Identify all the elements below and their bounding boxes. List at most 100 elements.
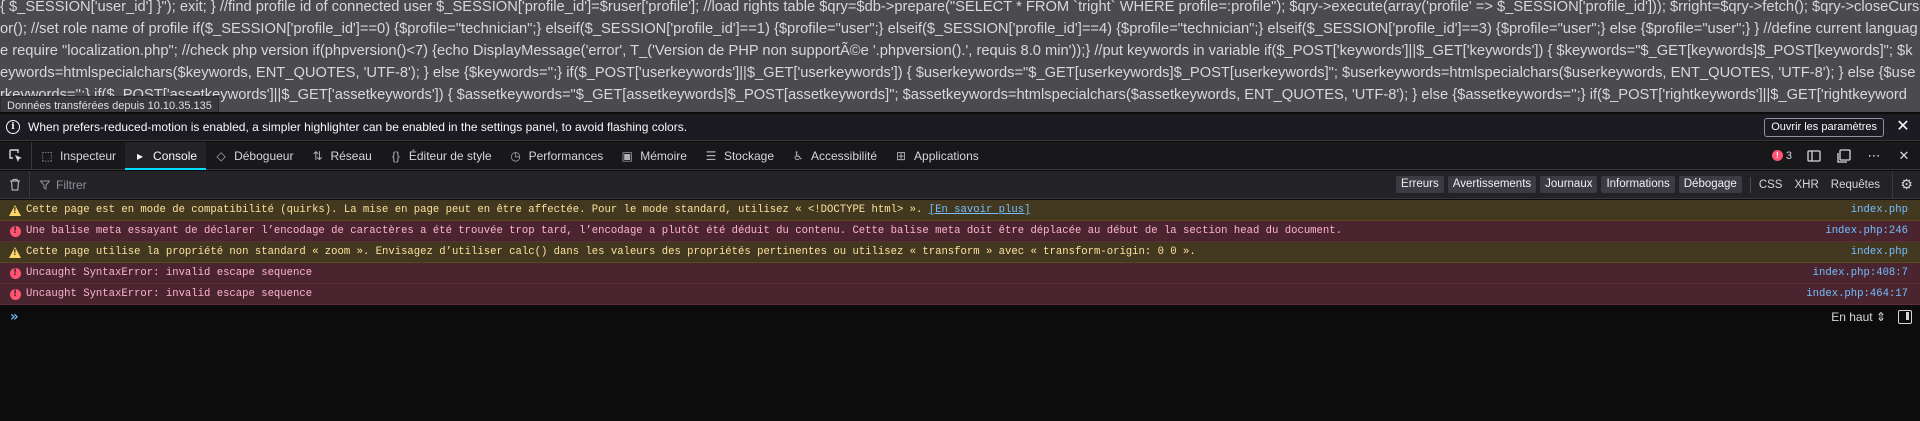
network-filter-button[interactable]: CSS [1759,179,1783,191]
console-messages: Cette page est en mode de compatibilité … [0,200,1920,305]
tab-label: Applications [914,149,979,163]
error-count: 3 [1785,149,1792,162]
trash-icon [9,178,20,191]
message-text: Uncaught SyntaxError: invalid escape seq… [26,267,1813,279]
tab-label: Débogueur [234,149,294,163]
notification-bar: i When prefers-reduced-motion is enabled… [0,114,1920,141]
tab-accessibility[interactable]: ♿ Accessibilité [783,142,886,170]
message-source-link[interactable]: index.php [1851,246,1908,258]
close-devtools-icon[interactable]: ✕ [1896,148,1912,164]
error-icon: ! [8,224,22,238]
responsive-design-icon[interactable] [1806,148,1822,164]
tab-label: Stockage [723,149,774,163]
tab-console[interactable]: ▸ Console [125,142,207,170]
tab-storage[interactable]: ☰ Stockage [696,142,783,170]
console-message-warning: Cette page est en mode de compatibilité … [0,200,1920,221]
warning-icon [8,203,22,217]
message-body: Uncaught SyntaxError: invalid escape seq… [26,288,313,300]
message-source-link[interactable]: index.php:464:17 [1806,288,1908,300]
storage-icon: ☰ [705,149,717,163]
tab-label: Inspecteur [60,149,117,163]
console-message-warning: Cette page utilise la propriété non stan… [0,242,1920,263]
filter-input[interactable] [56,177,456,192]
network-icon: ⇅ [312,149,323,163]
sidebar-toggle-icon[interactable] [1898,310,1912,324]
transfer-status-tooltip: Données transférées depuis 10.10.35.135 [0,96,219,112]
tab-network[interactable]: ⇅ Réseau [302,142,380,170]
tab-inspector[interactable]: ⬚ Inspecteur [32,142,125,170]
element-picker-icon [8,148,22,162]
applications-icon: ⊞ [896,149,907,163]
tab-label: Accessibilité [811,149,878,163]
page-raw-text: { $_SESSION['user_id'] }"); exit; } //fi… [0,0,1920,112]
tool-tabs: ⬚ Inspecteur ▸ Console ◇ Débogueur ⇅ Réseau {} Éd… [32,142,988,170]
style-editor-icon: {} [391,149,400,163]
console-settings-gear-icon[interactable]: ⚙ [1892,170,1920,199]
memory-icon: ▣ [621,149,633,163]
input-right: En haut ⇕ [1831,310,1912,324]
message-source-link[interactable]: index.php:408:7 [1813,267,1908,279]
toolbar-right: ! 3 ⋯ ✕ [1771,142,1920,169]
learn-more-link[interactable]: [En savoir plus] [929,204,1031,216]
element-picker-button[interactable] [0,142,32,169]
close-icon[interactable]: ✕ [1896,119,1910,135]
clear-console-button[interactable] [0,170,30,199]
error-icon: ! [8,266,22,280]
devtools-toolbar: ⬚ Inspecteur ▸ Console ◇ Débogueur ⇅ Réseau {} Éd… [0,142,1920,170]
message-body: Cette page utilise la propriété non stan… [26,246,1196,258]
tab-label: Réseau [330,149,372,163]
level-filter-button[interactable]: Journaux [1540,176,1598,193]
more-options-icon[interactable]: ⋯ [1866,148,1882,164]
debugger-icon: ◇ [216,149,226,163]
notification-message: When prefers-reduced-motion is enabled, … [28,120,688,134]
warning-icon [8,245,22,259]
message-body: Cette page est en mode de compatibilité … [26,204,929,216]
inspector-icon: ⬚ [41,149,53,163]
divider [1749,176,1751,193]
message-source-link[interactable]: index.php:246 [1825,225,1908,237]
message-body: Uncaught SyntaxError: invalid escape seq… [26,267,313,279]
position-select[interactable]: En haut ⇕ [1831,310,1886,324]
console-icon: ▸ [137,149,144,163]
console-message-error: ! Uncaught SyntaxError: invalid escape se… [0,284,1920,305]
open-settings-button[interactable]: Ouvrir les paramètres [1764,117,1884,137]
performance-icon: ◷ [510,149,521,163]
error-count-badge[interactable]: ! 3 [1771,149,1792,162]
page-background: { $_SESSION['user_id'] }"); exit; } //fi… [0,0,1920,112]
dock-layout-icon[interactable] [1836,148,1852,164]
log-level-filters: Erreurs Avertissements Journaux Information… [1396,176,1746,193]
tab-label: Éditeur de style [408,149,492,163]
console-message-error: ! Uncaught SyntaxError: invalid escape se… [0,263,1920,284]
console-input-line[interactable]: » En haut ⇕ [0,305,1920,329]
tab-style-editor[interactable]: {} Éditeur de style [381,142,501,170]
message-body: Une balise meta essayant de déclarer l’e… [26,225,1342,237]
tab-debugger[interactable]: ◇ Débogueur [206,142,302,170]
level-filter-button[interactable]: Erreurs [1396,176,1444,193]
level-filter-button[interactable]: Informations [1601,176,1675,193]
error-icon: ! [1771,150,1783,161]
console-message-error: ! Une balise meta essayant de déclarer l’… [0,221,1920,242]
level-filter-button[interactable]: Avertissements [1447,176,1537,193]
tab-label: Console [153,149,198,163]
tab-label: Performances [528,149,604,163]
message-text: Cette page utilise la propriété non stan… [26,246,1851,258]
tab-performance[interactable]: ◷ Performances [501,142,613,170]
message-source-link[interactable]: index.php [1851,204,1908,216]
level-filter-button[interactable]: Débogage [1678,176,1742,193]
network-filters: CSS XHR Requêtes [1759,179,1892,191]
filter-wrapper [30,177,1396,192]
error-icon: ! [8,287,22,301]
prompt-chevron-icon: » [10,309,19,325]
accessibility-icon: ♿ [792,149,804,163]
tab-applications[interactable]: ⊞ Applications [886,142,988,170]
filter-icon [40,180,50,190]
message-text: Une balise meta essayant de déclarer l’e… [26,225,1825,237]
network-filter-button[interactable]: XHR [1794,179,1818,191]
message-text: Cette page est en mode de compatibilité … [26,204,1851,216]
tab-memory[interactable]: ▣ Mémoire [612,142,696,170]
info-icon: i [6,120,20,134]
console-filter-bar: ErreursAvertissementsJournauxInformation… [0,170,1920,199]
message-text: Uncaught SyntaxError: invalid escape seq… [26,288,1806,300]
network-filter-button[interactable]: Requêtes [1831,179,1880,191]
tab-label: Mémoire [640,149,687,163]
